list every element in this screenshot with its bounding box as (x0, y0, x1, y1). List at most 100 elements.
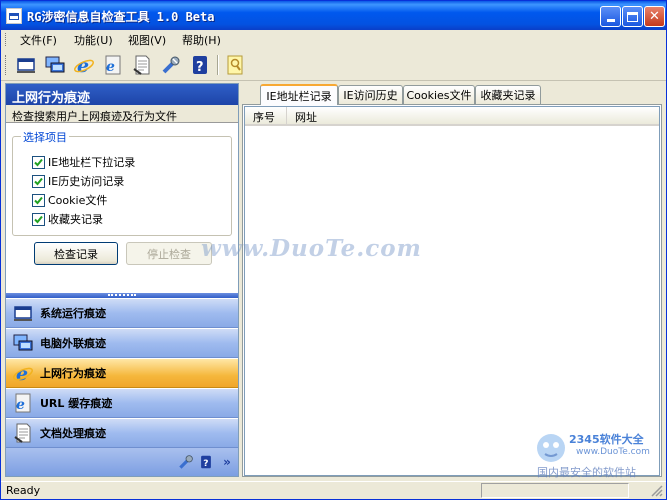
checkmark-icon (34, 158, 43, 166)
checkmark-icon (34, 215, 43, 223)
help-icon: ? (201, 455, 211, 469)
column-url[interactable]: 网址 (287, 107, 659, 124)
menu-function[interactable]: 功能(U) (74, 32, 113, 48)
url-cache-icon: e (15, 393, 31, 413)
watermark-text: www.DuoTe.com (201, 235, 422, 262)
nav-computer-network[interactable]: 电脑外联痕迹 (6, 328, 238, 358)
watermark-url: www.DuoTe.com (576, 447, 650, 457)
check-ie-history[interactable]: IE历史访问记录 (32, 173, 124, 189)
computer-network-icon (45, 56, 65, 73)
svg-text:e: e (16, 363, 28, 384)
nav-label: URL 缓存痕迹 (40, 397, 113, 410)
status-bar: Ready (1, 481, 666, 499)
nav-label: 文档处理痕迹 (40, 427, 106, 440)
system-run-icon (14, 306, 32, 321)
checkmark-icon (34, 177, 43, 185)
toolbar: e e ? (1, 49, 666, 81)
list-header: 序号 网址 (245, 107, 659, 126)
document-icon (133, 55, 150, 75)
toolbar-url-cache-button[interactable]: e (101, 53, 125, 77)
note-icon (227, 55, 243, 75)
footer-help-button[interactable]: ? (198, 454, 214, 470)
chevron-more-icon[interactable]: » (219, 454, 235, 470)
nav-label: 系统运行痕迹 (40, 307, 106, 320)
resize-grip-icon[interactable] (650, 484, 664, 498)
tab-body: 序号 网址 (242, 104, 662, 477)
section-description: 检查搜索用户上网痕迹及行为文件 (6, 105, 238, 123)
right-panel: IE地址栏记录 IE访问历史 Cookies文件 收藏夹记录 序号 网址 (242, 84, 662, 477)
checkbox[interactable] (32, 193, 45, 207)
svg-text:e: e (77, 55, 89, 76)
nav-label: 电脑外联痕迹 (40, 337, 106, 350)
close-icon: ✕ (649, 9, 660, 24)
ie-browser-icon: e (74, 55, 94, 76)
tab-ie-address[interactable]: IE地址栏记录 (260, 84, 338, 105)
checkbox[interactable] (32, 155, 45, 169)
toolbar-tools-button[interactable] (159, 53, 183, 77)
nav-footer: ? » (6, 448, 238, 476)
minimize-button[interactable] (600, 6, 621, 27)
menu-file[interactable]: 文件(F) (20, 32, 57, 48)
toolbar-document-button[interactable] (130, 53, 154, 77)
nav-label: 上网行为痕迹 (40, 367, 106, 380)
watermark-slogan: 国内最安全的软件站 (537, 466, 636, 479)
svg-text:e: e (16, 397, 25, 413)
app-icon (6, 8, 22, 24)
checkbox[interactable] (32, 212, 45, 226)
nav-internet-behavior[interactable]: e 上网行为痕迹 (6, 358, 238, 388)
minimize-icon (606, 19, 615, 22)
check-records-button[interactable]: 检查记录 (34, 242, 118, 265)
records-list[interactable]: 序号 网址 (244, 106, 660, 476)
checkbox-label: IE历史访问记录 (48, 175, 125, 188)
tab-ie-history[interactable]: IE访问历史 (338, 85, 403, 104)
tab-cookies[interactable]: Cookies文件 (403, 85, 475, 104)
checkbox-label: Cookie文件 (48, 194, 108, 207)
nav-url-cache[interactable]: e URL 缓存痕迹 (6, 388, 238, 418)
nav-document[interactable]: 文档处理痕迹 (6, 418, 238, 448)
menu-bar: 文件(F) 功能(U) 视图(V) 帮助(H) (1, 30, 666, 49)
close-button[interactable]: ✕ (644, 6, 665, 27)
section-title: 上网行为痕迹 (6, 84, 238, 106)
window-title: RG涉密信息自检查工具 1.0 Beta (27, 10, 215, 24)
menu-view[interactable]: 视图(V) (128, 32, 166, 48)
check-ie-address[interactable]: IE地址栏下拉记录 (32, 154, 135, 170)
svg-text:?: ? (203, 459, 208, 469)
svg-text:e: e (106, 59, 115, 75)
computer-network-icon (13, 334, 33, 351)
tab-favorites[interactable]: 收藏夹记录 (475, 85, 541, 104)
document-icon (14, 423, 31, 443)
ie-browser-icon: e (13, 363, 33, 384)
url-cache-icon: e (105, 55, 121, 75)
watermark-brand: 2345软件大全 (569, 433, 644, 446)
column-index[interactable]: 序号 (245, 107, 287, 124)
tools-icon (162, 56, 180, 74)
checkbox[interactable] (32, 174, 45, 188)
menu-help[interactable]: 帮助(H) (182, 32, 221, 48)
system-run-icon (17, 58, 35, 73)
toolbar-help-button[interactable]: ? (188, 53, 212, 77)
toolbar-grip[interactable] (5, 55, 8, 75)
footer-tools-button[interactable] (178, 454, 194, 470)
help-icon: ? (193, 56, 207, 75)
status-text: Ready (6, 484, 41, 497)
status-pane (481, 483, 629, 498)
mascot-icon (537, 434, 565, 462)
title-bar[interactable]: RG涉密信息自检查工具 1.0 Beta ✕ (1, 1, 666, 30)
svg-text:?: ? (196, 60, 204, 75)
menu-grip[interactable] (5, 33, 8, 46)
checkbox-label: 收藏夹记录 (48, 213, 103, 226)
tools-icon (179, 455, 193, 469)
toolbar-ie-button[interactable]: e (72, 53, 96, 77)
app-window: RG涉密信息自检查工具 1.0 Beta ✕ 文件(F) 功能(U) 视图(V)… (0, 0, 667, 500)
nav-system-run[interactable]: 系统运行痕迹 (6, 298, 238, 328)
toolbar-note-button[interactable] (223, 53, 247, 77)
toolbar-separator (217, 55, 219, 75)
maximize-button[interactable] (622, 6, 643, 27)
checkmark-icon (34, 196, 43, 204)
toolbar-network-button[interactable] (43, 53, 67, 77)
check-favorites[interactable]: 收藏夹记录 (32, 211, 103, 227)
maximize-icon (627, 11, 638, 22)
toolbar-system-run-button[interactable] (14, 53, 38, 77)
stop-check-button[interactable]: 停止检查 (126, 242, 212, 265)
check-cookie[interactable]: Cookie文件 (32, 192, 107, 208)
